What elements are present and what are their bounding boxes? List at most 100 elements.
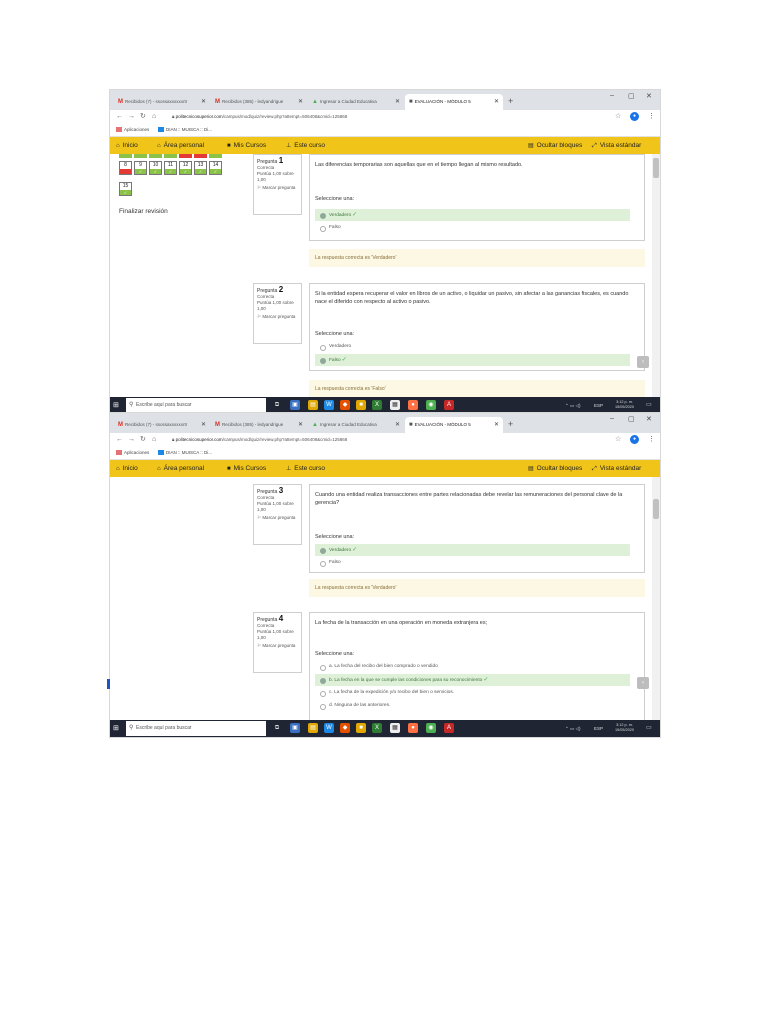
- app-icon[interactable]: ◆: [340, 723, 350, 733]
- minimize-icon[interactable]: –: [610, 92, 614, 99]
- radio-selected[interactable]: [320, 548, 326, 554]
- word-icon[interactable]: W: [324, 723, 334, 733]
- answer-option[interactable]: Falso✓: [315, 354, 630, 366]
- explorer-icon[interactable]: ▣: [290, 723, 300, 733]
- answer-option[interactable]: c. La fecha de la expedición y/o recibo …: [315, 687, 630, 699]
- home-icon[interactable]: ⌂: [152, 434, 156, 446]
- flag-question-link[interactable]: ⚐ Marcar pregunta: [257, 185, 298, 191]
- files-icon[interactable]: ▤: [308, 723, 318, 733]
- quiz-nav-button[interactable]: 15 ✓: [119, 182, 132, 196]
- notifications-icon[interactable]: ▭: [646, 720, 652, 737]
- forward-icon[interactable]: →: [128, 434, 135, 446]
- profile-avatar[interactable]: ●: [630, 112, 639, 121]
- back-icon[interactable]: ←: [116, 434, 123, 446]
- tab-gmail-1[interactable]: M Recibidos (7) - ssossaxxxxxxrtr ✕: [114, 417, 210, 433]
- chrome-icon[interactable]: ◉: [426, 723, 436, 733]
- taskbar-search[interactable]: ⚲ Escribe aquí para buscar: [126, 721, 266, 736]
- scrollbar-thumb[interactable]: [653, 499, 659, 519]
- excel-icon[interactable]: X: [372, 400, 382, 410]
- browser-menu-icon[interactable]: ⋮: [648, 111, 655, 123]
- bookmark-star-icon[interactable]: ☆: [615, 111, 621, 123]
- home-icon[interactable]: ⌂: [152, 111, 156, 123]
- word-icon[interactable]: W: [324, 400, 334, 410]
- minimize-icon[interactable]: –: [610, 415, 614, 422]
- bookmark-apps[interactable]: Aplicaciones: [116, 447, 149, 459]
- close-tab-icon[interactable]: ✕: [494, 94, 499, 110]
- language-indicator[interactable]: ESP: [594, 397, 603, 414]
- close-window-icon[interactable]: ✕: [646, 92, 652, 100]
- close-tab-icon[interactable]: ✕: [298, 417, 303, 433]
- tab-ciudad-educativa[interactable]: ▲ Ingresar a Ciudad Educativa ✕: [308, 94, 404, 110]
- radio-unselected[interactable]: [320, 691, 326, 697]
- url-field[interactable]: 🔒︎ politecnicosuperior.com/campus/mod/qu…: [172, 111, 602, 123]
- bookmark-dian[interactable]: DIAN :: MUISCA :: Di...: [158, 124, 212, 136]
- close-tab-icon[interactable]: ✕: [298, 94, 303, 110]
- quiz-nav-button[interactable]: 8: [119, 161, 132, 175]
- flag-question-link[interactable]: ⚐ Marcar pregunta: [257, 643, 298, 649]
- standard-view-button[interactable]: ⤢ Vista estándar: [592, 137, 641, 155]
- vertical-scrollbar[interactable]: [652, 477, 660, 720]
- standard-view-button[interactable]: ⤢ Vista estándar: [592, 460, 641, 478]
- answer-option[interactable]: Verdadero: [315, 341, 630, 353]
- quiz-nav-button[interactable]: 9 ✓: [134, 161, 147, 175]
- vertical-scrollbar[interactable]: [652, 154, 660, 397]
- taskbar-clock[interactable]: 3:12 p. m. 15/05/2020: [615, 723, 634, 733]
- nav-inicio[interactable]: ⌂ Inicio: [116, 137, 138, 155]
- notifications-icon[interactable]: ▭: [646, 397, 652, 414]
- bookmark-dian[interactable]: DIAN :: MUISCA :: Di...: [158, 447, 212, 459]
- bookmark-apps[interactable]: Aplicaciones: [116, 124, 149, 136]
- quiz-nav-button[interactable]: 11 ✓: [164, 161, 177, 175]
- language-indicator[interactable]: ESP: [594, 720, 603, 737]
- nav-este-curso[interactable]: ⊥ Este curso: [286, 137, 325, 155]
- radio-unselected[interactable]: [320, 226, 326, 232]
- files-icon[interactable]: ▤: [308, 400, 318, 410]
- excel-icon[interactable]: X: [372, 723, 382, 733]
- answer-option[interactable]: a. La fecha del recibo del bien comprado…: [315, 661, 630, 673]
- quiz-nav-button[interactable]: 12 ✓: [179, 161, 192, 175]
- bookmark-star-icon[interactable]: ☆: [615, 434, 621, 446]
- calculator-icon[interactable]: ▦: [390, 723, 400, 733]
- finish-review-link[interactable]: Finalizar revisión: [119, 208, 168, 215]
- close-tab-icon[interactable]: ✕: [395, 94, 400, 110]
- radio-selected[interactable]: [320, 358, 326, 364]
- explorer-icon[interactable]: ▣: [290, 400, 300, 410]
- close-window-icon[interactable]: ✕: [646, 415, 652, 423]
- reload-icon[interactable]: ↻: [140, 111, 146, 123]
- folder-icon[interactable]: ■: [356, 400, 366, 410]
- firefox-icon[interactable]: ●: [408, 723, 418, 733]
- quiz-nav-button[interactable]: 10 ✓: [149, 161, 162, 175]
- maximize-icon[interactable]: ▢: [628, 415, 635, 423]
- radio-unselected[interactable]: [320, 345, 326, 351]
- folder-icon[interactable]: ■: [356, 723, 366, 733]
- profile-avatar[interactable]: ●: [630, 435, 639, 444]
- task-view-icon[interactable]: ⧉: [272, 400, 282, 410]
- nav-area-personal[interactable]: ⌂ Área personal: [157, 137, 204, 155]
- tab-gmail-2[interactable]: M Recibidos (385) - ledyandrigue ✕: [211, 417, 307, 433]
- quiz-nav-button[interactable]: 14 ✓: [209, 161, 222, 175]
- tab-gmail-1[interactable]: M Recibidos (7) - ssossaxxxxxxrtr ✕: [114, 94, 210, 110]
- radio-unselected[interactable]: [320, 665, 326, 671]
- nav-inicio[interactable]: ⌂ Inicio: [116, 460, 138, 478]
- answer-option[interactable]: b. La fecha en la que se cumple las cond…: [315, 674, 630, 686]
- new-tab-icon[interactable]: +: [508, 417, 513, 431]
- tab-evaluacion[interactable]: ■ EVALUACIÓN - MÓDULO 5 ✕: [405, 94, 503, 110]
- answer-option[interactable]: Falso: [315, 557, 630, 569]
- chrome-icon[interactable]: ◉: [426, 400, 436, 410]
- firefox-icon[interactable]: ●: [408, 400, 418, 410]
- radio-selected[interactable]: [320, 213, 326, 219]
- pdf-icon[interactable]: A: [444, 723, 454, 733]
- new-tab-icon[interactable]: +: [508, 94, 513, 108]
- task-view-icon[interactable]: ⧉: [272, 723, 282, 733]
- answer-option[interactable]: Verdadero✓: [315, 544, 630, 556]
- nav-mis-cursos[interactable]: ■ Mis Cursos: [227, 460, 266, 478]
- taskbar-clock[interactable]: 3:12 p. m. 15/05/2020: [615, 400, 634, 410]
- scrollbar-thumb[interactable]: [653, 158, 659, 178]
- calculator-icon[interactable]: ▦: [390, 400, 400, 410]
- nav-este-curso[interactable]: ⊥ Este curso: [286, 460, 325, 478]
- close-tab-icon[interactable]: ✕: [201, 417, 206, 433]
- browser-menu-icon[interactable]: ⋮: [648, 434, 655, 446]
- reload-icon[interactable]: ↻: [140, 434, 146, 446]
- quiz-nav-button[interactable]: 13 ✓: [194, 161, 207, 175]
- answer-option[interactable]: Falso: [315, 222, 630, 234]
- tab-evaluacion[interactable]: ■ EVALUACIÓN - MÓDULO 5 ✕: [405, 417, 503, 433]
